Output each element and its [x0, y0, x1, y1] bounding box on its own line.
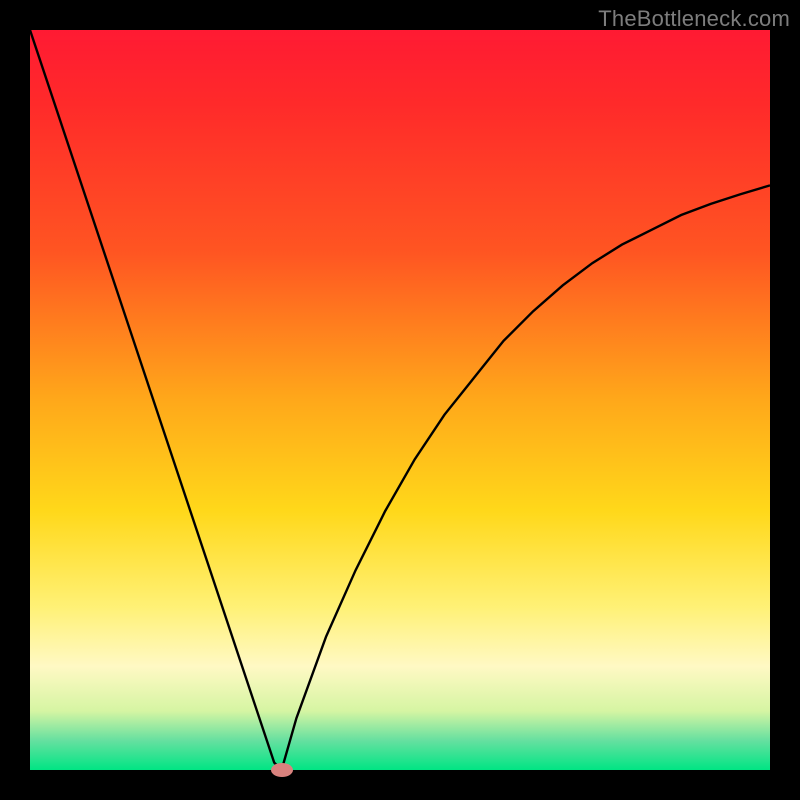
chart-frame: TheBottleneck.com	[0, 0, 800, 800]
bottleneck-curve	[30, 30, 770, 770]
curve-path	[30, 30, 770, 770]
min-point-marker	[271, 763, 293, 777]
watermark-label: TheBottleneck.com	[598, 6, 790, 32]
plot-area	[30, 30, 770, 770]
